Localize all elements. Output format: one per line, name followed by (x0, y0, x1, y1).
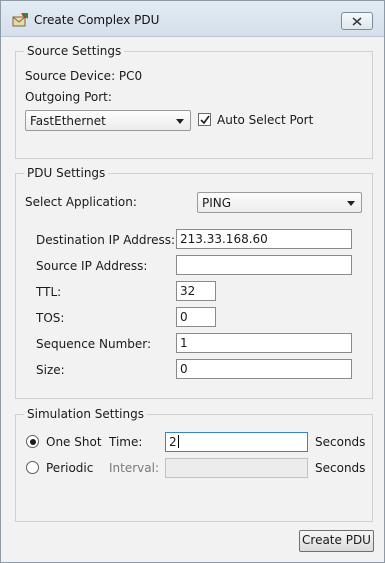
outgoing-port-select[interactable]: FastEthernet (25, 110, 191, 131)
destination-ip-label: Destination IP Address: (36, 233, 176, 247)
auto-select-port-checkbox[interactable] (198, 113, 211, 126)
application-select[interactable]: PING (197, 192, 362, 213)
source-ip-field[interactable] (176, 255, 352, 275)
pdu-envelope-icon (12, 12, 30, 28)
ttl-field[interactable]: 32 (176, 281, 216, 301)
periodic-radio[interactable] (26, 461, 39, 474)
close-icon (352, 16, 362, 26)
outgoing-port-label: Outgoing Port: (25, 90, 112, 104)
seconds-label-2: Seconds (315, 461, 366, 475)
sequence-number-label: Sequence Number: (36, 337, 152, 351)
radio-selected-dot (29, 438, 36, 445)
source-settings-legend: Source Settings (24, 43, 125, 59)
application-value: PING (202, 196, 232, 210)
auto-select-port-label[interactable]: Auto Select Port (217, 112, 313, 128)
ttl-label: TTL: (36, 285, 62, 299)
time-value: 2 (169, 435, 177, 449)
size-label: Size: (36, 363, 65, 377)
window-title: Create Complex PDU (34, 13, 160, 27)
interval-field[interactable] (165, 458, 308, 478)
interval-label: Interval: (109, 461, 159, 475)
periodic-label[interactable]: Periodic (46, 460, 93, 476)
sequence-number-field[interactable]: 1 (176, 333, 352, 353)
one-shot-label[interactable]: One Shot (46, 434, 102, 450)
chevron-down-icon (347, 201, 355, 206)
create-complex-pdu-dialog: Create Complex PDU Source Settings Sourc… (0, 0, 385, 563)
time-field[interactable]: 2 (165, 432, 308, 452)
text-caret (177, 435, 179, 448)
seconds-label: Seconds (315, 435, 366, 449)
size-field[interactable]: 0 (176, 359, 352, 379)
outgoing-port-value: FastEthernet (30, 114, 106, 128)
title-bar[interactable]: Create Complex PDU (1, 1, 384, 37)
source-device-label: Source Device: PC0 (25, 69, 143, 83)
destination-ip-field[interactable]: 213.33.168.60 (176, 229, 352, 249)
time-label: Time: (109, 435, 143, 449)
chevron-down-icon (176, 119, 184, 124)
source-ip-label: Source IP Address: (36, 259, 148, 273)
pdu-settings-legend: PDU Settings (24, 165, 109, 181)
select-application-label: Select Application: (25, 195, 137, 209)
tos-label: TOS: (36, 311, 65, 325)
simulation-settings-legend: Simulation Settings (24, 406, 147, 422)
one-shot-radio[interactable] (26, 435, 39, 448)
create-pdu-button[interactable]: Create PDU (299, 530, 374, 552)
tos-field[interactable]: 0 (176, 307, 216, 327)
checkmark-icon (200, 115, 210, 125)
close-button[interactable] (341, 12, 373, 30)
